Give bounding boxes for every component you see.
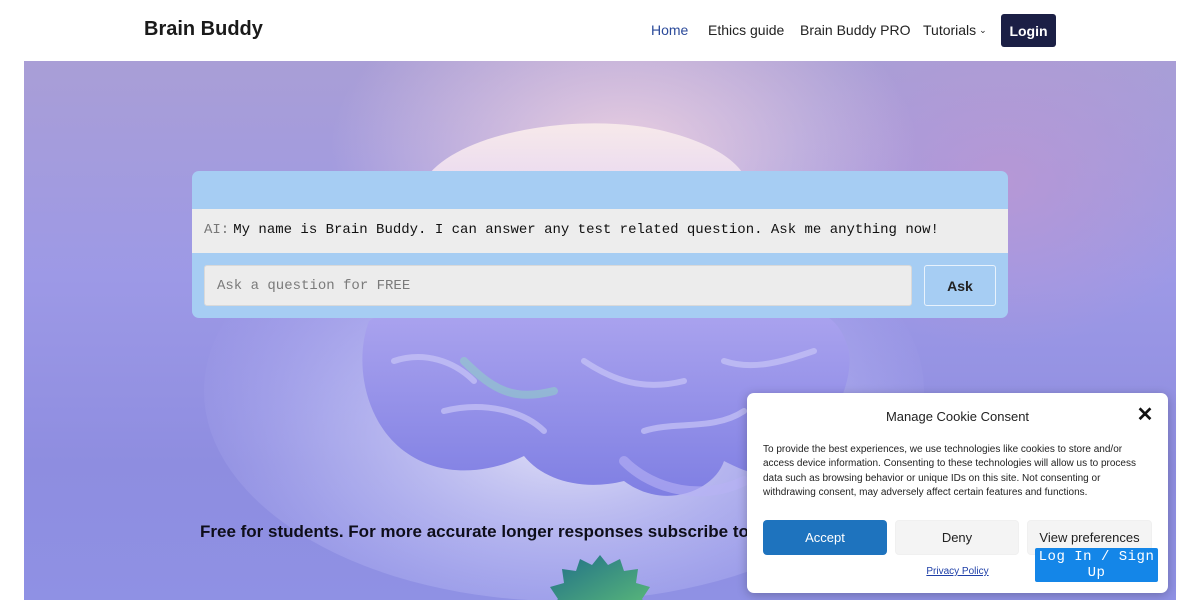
nav-home[interactable]: Home [651,22,688,38]
site-header: Brain Buddy Home Ethics guide Brain Budd… [0,0,1200,61]
nav-tutorials-label: Tutorials [923,22,977,38]
starburst-badge-icon [550,555,650,600]
nav-tutorials[interactable]: Tutorials ⌄ [923,22,987,38]
chevron-down-icon: ⌄ [979,25,987,35]
nav-brain-buddy-pro[interactable]: Brain Buddy PRO [800,22,911,38]
ai-message-row: AI: My name is Brain Buddy. I can answer … [192,209,1008,253]
login-button[interactable]: Login [1001,14,1056,47]
accept-button[interactable]: Accept [763,520,887,555]
chat-widget: AI: My name is Brain Buddy. I can answer … [192,171,1008,318]
ai-message-text: My name is Brain Buddy. I can answer any… [233,222,939,238]
cookie-title: Manage Cookie Consent [885,409,1030,424]
question-input[interactable] [204,265,912,306]
close-icon[interactable]: ✕ [1135,405,1155,425]
ask-button[interactable]: Ask [924,265,996,306]
login-signup-button[interactable]: Log In / Sign Up [1035,548,1158,582]
ai-prefix: AI: [204,222,230,238]
cookie-body: To provide the best experiences, we use … [763,444,1136,498]
nav-ethics-guide[interactable]: Ethics guide [708,22,784,38]
site-logo[interactable]: Brain Buddy [144,18,263,41]
deny-button[interactable]: Deny [895,520,1019,555]
